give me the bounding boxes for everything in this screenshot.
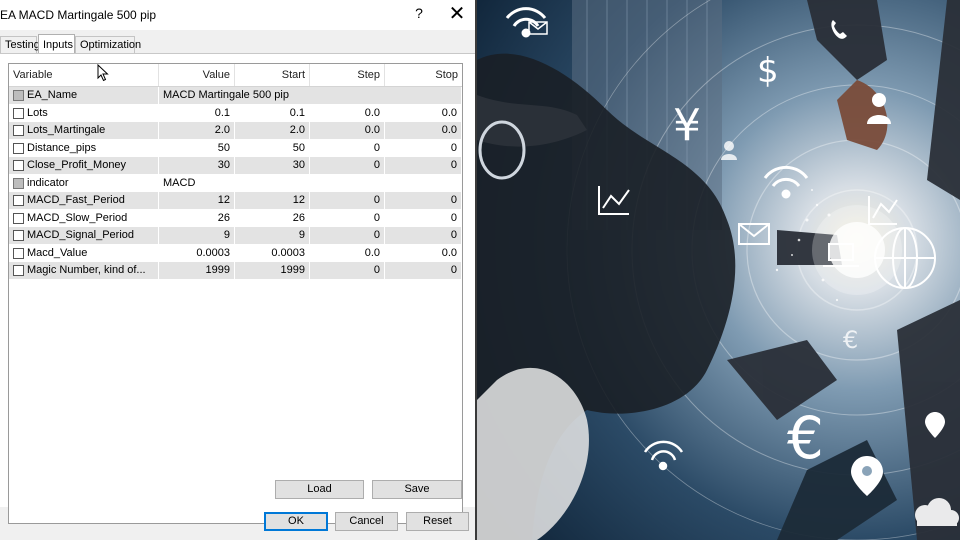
dollar-icon: $	[757, 51, 779, 91]
close-button[interactable]: ✕	[446, 3, 468, 25]
ok-button[interactable]: OK	[264, 512, 328, 531]
value-cell[interactable]: 0.1	[159, 104, 235, 122]
start-cell[interactable]: 50	[235, 139, 310, 157]
start-cell[interactable]: 0.1	[235, 104, 310, 122]
stop-cell[interactable]: 0	[385, 227, 462, 244]
ea-properties-dialog: EA MACD Martingale 500 pip ? ✕ Testing I…	[0, 0, 477, 540]
value-cell[interactable]: MACD Martingale 500 pip	[159, 87, 462, 104]
table-row[interactable]: indicator MACD	[9, 174, 462, 193]
tab-optimization[interactable]: Optimization	[75, 36, 141, 53]
step-cell[interactable]: 0	[310, 262, 385, 279]
column-header-variable[interactable]: Variable	[9, 64, 159, 86]
variable-name: Magic Number, kind of...	[23, 262, 159, 279]
start-cell[interactable]: 1999	[235, 262, 310, 279]
stop-cell[interactable]: 0	[385, 262, 462, 279]
step-cell[interactable]: 0	[310, 192, 385, 209]
variable-name: Lots	[23, 104, 159, 122]
start-cell[interactable]: 9	[235, 227, 310, 244]
value-cell[interactable]: 0.0003	[159, 244, 235, 262]
tab-testing[interactable]: Testing	[0, 36, 40, 53]
wifi-icon	[763, 165, 809, 199]
table-row[interactable]: Lots_Martingale 2.0 2.0 0.0 0.0	[9, 122, 462, 140]
stop-cell[interactable]: 0	[385, 209, 462, 227]
table-row[interactable]: EA_Name MACD Martingale 500 pip	[9, 87, 462, 105]
reset-button[interactable]: Reset	[406, 512, 469, 531]
table-row[interactable]: Distance_pips 50 50 0 0	[9, 139, 462, 158]
window-title: EA MACD Martingale 500 pip	[0, 8, 157, 22]
value-cell[interactable]: 26	[159, 209, 235, 227]
stop-cell[interactable]: 0.0	[385, 244, 462, 262]
value-cell[interactable]: 9	[159, 227, 235, 244]
tab-strip: Testing Inputs Optimization	[0, 34, 475, 54]
person-icon	[721, 141, 737, 160]
variable-name: MACD_Signal_Period	[23, 227, 159, 244]
step-cell[interactable]: 0.0	[310, 244, 385, 262]
value-cell[interactable]: 1999	[159, 262, 235, 279]
mouse-cursor-icon	[97, 64, 109, 82]
variable-name: Lots_Martingale	[23, 122, 159, 139]
start-cell[interactable]: 26	[235, 209, 310, 227]
stop-cell[interactable]: 0.0	[385, 122, 462, 139]
cancel-button[interactable]: Cancel	[335, 512, 398, 531]
variable-name: MACD_Slow_Period	[23, 209, 159, 227]
start-cell[interactable]: 30	[235, 157, 310, 174]
business-network-photo: ¥ $ € €	[477, 0, 960, 540]
variable-name: Distance_pips	[23, 139, 159, 157]
variable-name: Macd_Value	[23, 244, 159, 262]
value-cell[interactable]: 30	[159, 157, 235, 174]
step-cell[interactable]: 0	[310, 139, 385, 157]
title-bar[interactable]: EA MACD Martingale 500 pip ? ✕	[0, 0, 475, 30]
start-cell[interactable]: 12	[235, 192, 310, 209]
step-cell[interactable]: 0	[310, 209, 385, 227]
variable-name: Close_Profit_Money	[23, 157, 159, 174]
table-row[interactable]: MACD_Slow_Period 26 26 0 0	[9, 209, 462, 228]
table-row[interactable]: Magic Number, kind of... 1999 1999 0 0	[9, 262, 462, 280]
column-header-stop[interactable]: Stop	[385, 64, 462, 86]
inputs-panel: Variable Value Start Step Stop EA_Name MA…	[0, 53, 475, 524]
column-header-value[interactable]: Value	[159, 64, 235, 86]
column-header-start[interactable]: Start	[235, 64, 310, 86]
step-cell[interactable]: 0.0	[310, 104, 385, 122]
value-cell[interactable]: 12	[159, 192, 235, 209]
euro-icon: €	[787, 404, 824, 472]
stop-cell[interactable]: 0	[385, 139, 462, 157]
mail-icon	[738, 223, 770, 245]
stop-cell[interactable]: 0.0	[385, 104, 462, 122]
table-row[interactable]: MACD_Signal_Period 9 9 0 0	[9, 227, 462, 245]
photo-illustration: ¥ $ € €	[477, 0, 960, 540]
save-button[interactable]: Save	[372, 480, 462, 499]
variable-name: MACD_Fast_Period	[23, 192, 159, 209]
stop-cell[interactable]: 0	[385, 192, 462, 209]
yen-icon: ¥	[673, 100, 701, 151]
table-row[interactable]: Lots 0.1 0.1 0.0 0.0	[9, 104, 462, 123]
start-cell[interactable]: 0.0003	[235, 244, 310, 262]
value-cell[interactable]: 50	[159, 139, 235, 157]
tab-inputs[interactable]: Inputs	[38, 34, 75, 54]
wifi-icon	[643, 440, 684, 471]
step-cell[interactable]: 0.0	[310, 122, 385, 139]
table-row[interactable]: Macd_Value 0.0003 0.0003 0.0 0.0	[9, 244, 462, 263]
globe-icon	[874, 227, 936, 289]
stop-cell[interactable]: 0	[385, 157, 462, 174]
load-button[interactable]: Load	[275, 480, 364, 499]
variable-name: EA_Name	[23, 87, 159, 104]
value-cell[interactable]: 2.0	[159, 122, 235, 139]
inputs-table: Variable Value Start Step Stop EA_Name MA…	[8, 63, 463, 524]
variable-name: indicator	[23, 174, 159, 192]
help-button[interactable]: ?	[412, 5, 426, 21]
column-header-step[interactable]: Step	[310, 64, 385, 86]
step-cell[interactable]: 0	[310, 157, 385, 174]
euro-icon: €	[843, 326, 858, 354]
table-header: Variable Value Start Step Stop	[9, 64, 462, 87]
table-row[interactable]: MACD_Fast_Period 12 12 0 0	[9, 192, 462, 210]
table-row[interactable]: Close_Profit_Money 30 30 0 0	[9, 157, 462, 175]
step-cell[interactable]: 0	[310, 227, 385, 244]
start-cell[interactable]: 2.0	[235, 122, 310, 139]
value-cell[interactable]: MACD	[159, 174, 462, 192]
